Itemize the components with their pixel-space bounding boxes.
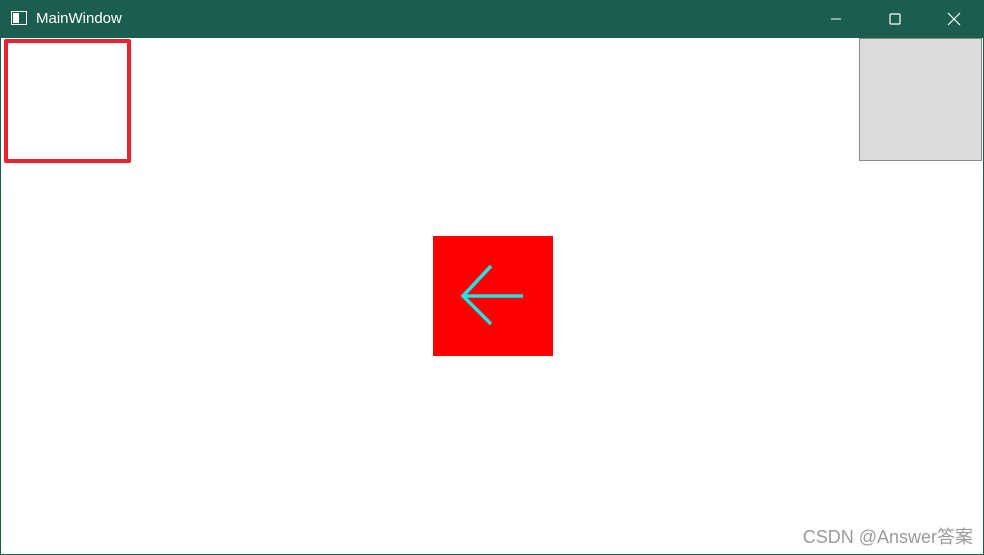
window-title: MainWindow xyxy=(36,10,122,27)
red-outlined-frame xyxy=(4,39,131,163)
main-window: MainWindow CSDN @Answer答案 xyxy=(0,0,984,555)
minimize-icon xyxy=(831,18,841,20)
maximize-icon xyxy=(889,13,901,25)
title-bar[interactable]: MainWindow xyxy=(1,0,984,38)
watermark-text: CSDN @Answer答案 xyxy=(802,527,973,547)
close-icon xyxy=(947,12,961,26)
back-button[interactable] xyxy=(433,236,553,356)
minimize-button[interactable] xyxy=(807,0,865,38)
app-window-icon xyxy=(11,11,27,25)
maximize-button[interactable] xyxy=(866,0,924,38)
arrow-left-icon xyxy=(460,264,523,326)
client-area: CSDN @Answer答案 xyxy=(1,38,984,555)
gray-panel xyxy=(859,38,982,161)
close-button[interactable] xyxy=(925,0,983,38)
